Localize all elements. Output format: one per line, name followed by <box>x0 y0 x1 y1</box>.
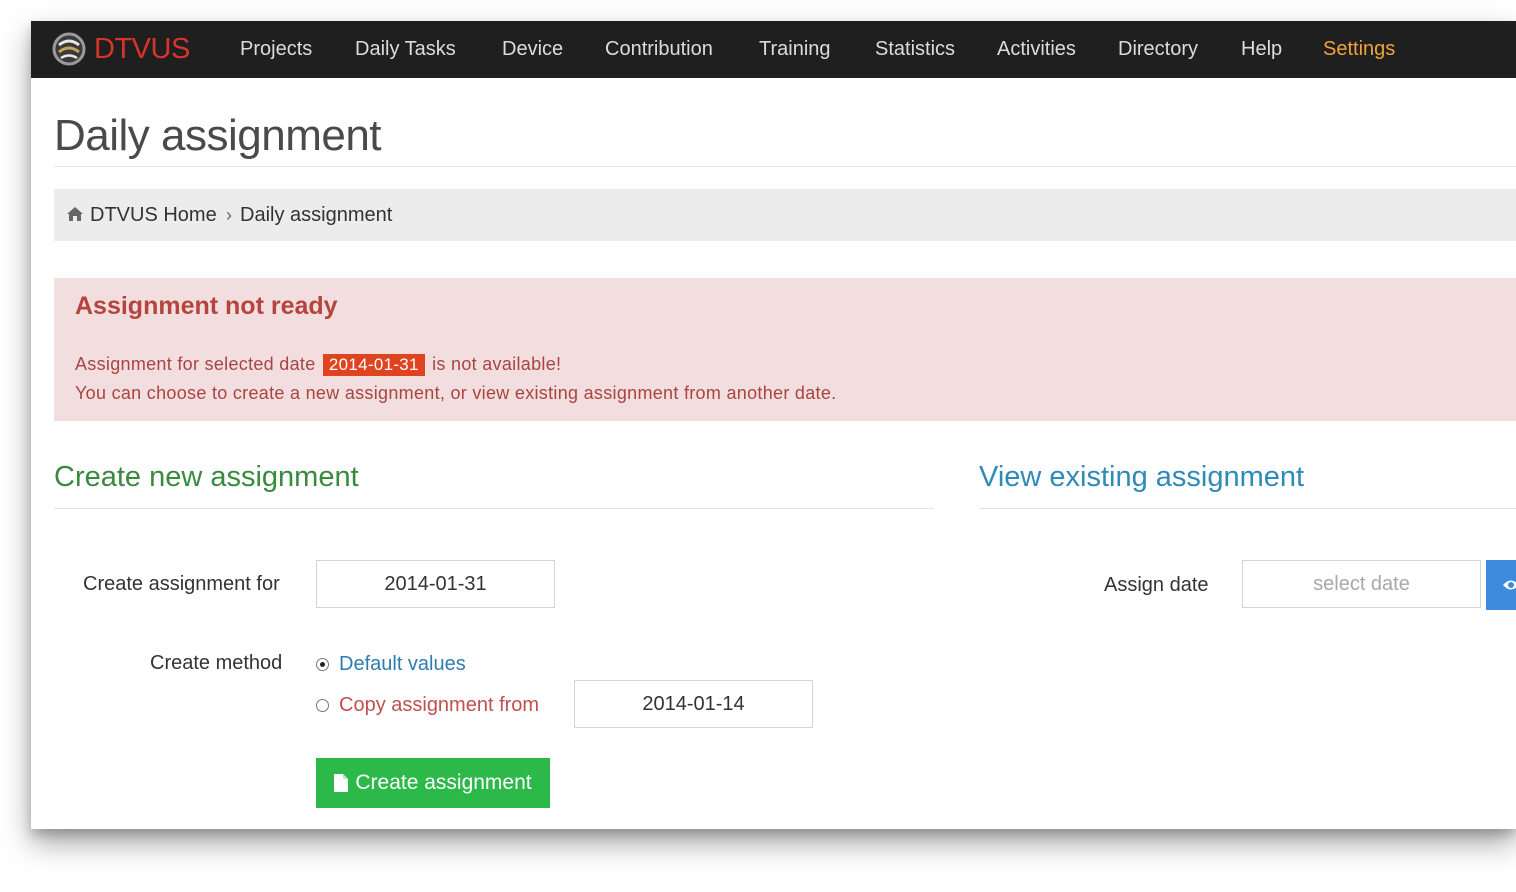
create-section-divider <box>54 508 934 509</box>
eye-icon <box>1503 580 1516 590</box>
radio-copy-assignment[interactable]: Copy assignment from <box>316 694 539 717</box>
alert-title: Assignment not ready <box>75 292 338 320</box>
nav-settings[interactable]: Settings <box>1323 21 1395 78</box>
nav-device[interactable]: Device <box>502 21 563 78</box>
create-for-date-input[interactable] <box>316 560 555 608</box>
create-assignment-label: Create assignment <box>355 771 532 794</box>
radio-default-button[interactable] <box>316 658 329 671</box>
copy-from-date-input[interactable] <box>574 680 813 728</box>
home-icon <box>67 207 83 221</box>
assign-date-input[interactable] <box>1242 560 1481 608</box>
brand-name: DTVUS <box>94 32 190 65</box>
top-navbar: DTVUS Projects Daily Tasks Device Contri… <box>31 21 1516 78</box>
create-method-label: Create method <box>150 652 283 674</box>
nav-help[interactable]: Help <box>1241 21 1282 78</box>
breadcrumb: DTVUS Home › Daily assignment <box>54 189 1516 241</box>
brand[interactable]: DTVUS <box>51 31 190 67</box>
nav-statistics[interactable]: Statistics <box>875 21 955 78</box>
nav-projects[interactable]: Projects <box>240 21 312 78</box>
create-section-title: Create new assignment <box>54 461 359 493</box>
brand-logo-icon <box>52 32 86 66</box>
radio-default-label[interactable]: Default values <box>339 653 466 676</box>
alert-assignment-not-ready: Assignment not ready Assignment for sele… <box>54 278 1516 421</box>
nav-contribution[interactable]: Contribution <box>605 21 713 78</box>
nav-daily-tasks[interactable]: Daily Tasks <box>355 21 456 78</box>
create-assignment-button[interactable]: Create assignment <box>316 758 550 808</box>
view-section-title: View existing assignment <box>979 461 1305 493</box>
alert-message-line-1: Assignment for selected date 2014-01-31 … <box>75 354 561 376</box>
view-assignment-button[interactable] <box>1486 560 1516 610</box>
radio-default-values[interactable]: Default values <box>316 653 466 676</box>
app-window: DTVUS Projects Daily Tasks Device Contri… <box>31 21 1516 829</box>
assign-date-label: Assign date <box>1104 574 1209 596</box>
breadcrumb-separator: › <box>226 205 232 225</box>
nav-directory[interactable]: Directory <box>1118 21 1198 78</box>
breadcrumb-current: Daily assignment <box>240 204 393 226</box>
alert-prefix: Assignment for selected date <box>75 354 316 374</box>
breadcrumb-home-link[interactable]: DTVUS Home <box>90 189 217 241</box>
radio-copy-button[interactable] <box>316 699 329 712</box>
view-section-divider <box>979 508 1516 509</box>
alert-suffix: is not available! <box>432 354 562 374</box>
alert-message-line-2: You can choose to create a new assignmen… <box>75 383 837 403</box>
title-divider <box>54 166 1516 167</box>
radio-copy-label[interactable]: Copy assignment from <box>339 694 539 717</box>
nav-training[interactable]: Training <box>759 21 831 78</box>
nav-activities[interactable]: Activities <box>997 21 1076 78</box>
file-icon <box>334 774 349 792</box>
create-for-label: Create assignment for <box>83 573 280 595</box>
page-title: Daily assignment <box>54 111 382 160</box>
date-badge: 2014-01-31 <box>322 354 425 376</box>
